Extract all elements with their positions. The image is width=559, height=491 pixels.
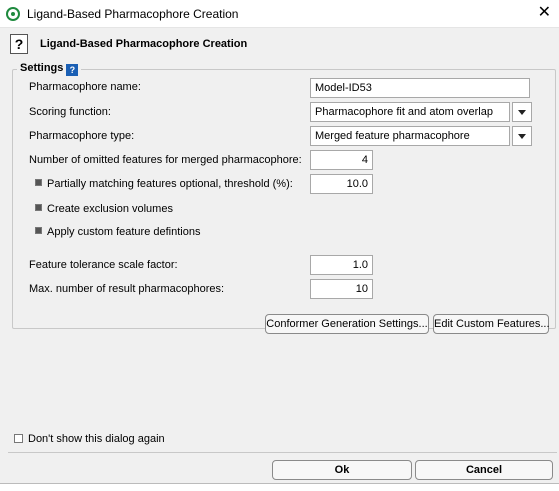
exclusion-volumes-label: Create exclusion volumes [47,203,173,215]
tolerance-label: Feature tolerance scale factor: [29,259,178,271]
pharmacophore-name-input[interactable]: Model-ID53 [310,78,530,98]
custom-features-option[interactable]: Apply custom feature defintions [35,226,200,238]
settings-legend-text: Settings [20,62,64,74]
conformer-settings-button[interactable]: Conformer Generation Settings... [265,314,429,334]
edit-custom-features-button[interactable]: Edit Custom Features... [433,314,550,334]
dont-show-label: Don't show this dialog again [28,433,165,445]
window-title: Ligand-Based Pharmacophore Creation [27,7,239,21]
omitted-features-label: Number of omitted features for merged ph… [29,154,302,166]
background-window-edge [0,483,559,491]
partial-matching-option[interactable]: Partially matching features optional, th… [35,178,293,190]
partial-matching-checkbox[interactable] [35,179,42,186]
max-results-input[interactable]: 10 [310,279,373,299]
dont-show-option[interactable]: Don't show this dialog again [14,433,165,445]
chevron-down-icon[interactable] [512,102,532,122]
settings-help-icon[interactable]: ? [66,64,79,76]
scoring-function-label: Scoring function: [29,106,111,118]
cancel-button[interactable]: Cancel [415,460,553,480]
omitted-features-input[interactable]: 4 [310,150,373,170]
exclusion-volumes-checkbox[interactable] [35,204,42,211]
dont-show-checkbox[interactable] [14,434,23,443]
custom-features-checkbox[interactable] [35,227,42,234]
dialog-heading: Ligand-Based Pharmacophore Creation [40,38,248,50]
max-results-label: Max. number of result pharmacophores: [29,283,225,295]
help-icon[interactable]: ? [10,34,28,54]
footer-divider [8,452,557,453]
app-icon [6,7,20,21]
partial-matching-label: Partially matching features optional, th… [47,178,293,190]
close-icon[interactable]: ✕ [538,4,551,22]
pharmacophore-type-label: Pharmacophore type: [29,130,135,142]
custom-features-label: Apply custom feature defintions [47,226,201,238]
ok-button[interactable]: Ok [272,460,412,480]
exclusion-volumes-option[interactable]: Create exclusion volumes [35,203,173,215]
partial-threshold-input[interactable]: 10.0 [310,174,373,194]
chevron-down-icon[interactable] [512,126,532,146]
tolerance-input[interactable]: 1.0 [310,255,373,275]
title-bar: Ligand-Based Pharmacophore Creation ✕ [0,0,559,28]
pharmacophore-type-select[interactable]: Merged feature pharmacophore [310,126,532,146]
scoring-function-value[interactable]: Pharmacophore fit and atom overlap [310,102,510,122]
scoring-function-select[interactable]: Pharmacophore fit and atom overlap [310,102,532,122]
pharmacophore-name-label: Pharmacophore name: [29,81,141,93]
settings-legend: Settings? [17,62,82,76]
pharmacophore-type-value[interactable]: Merged feature pharmacophore [310,126,510,146]
dialog-body: ? Ligand-Based Pharmacophore Creation Se… [0,28,559,491]
